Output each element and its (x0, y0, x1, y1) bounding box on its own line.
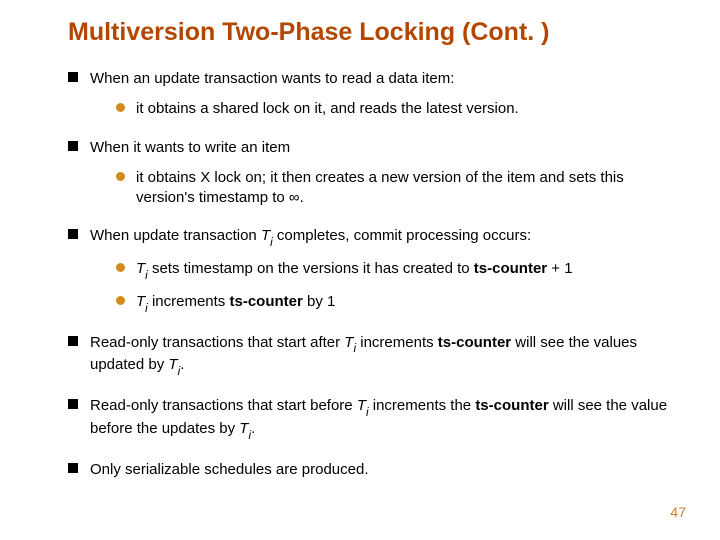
bullet-text-part: Read-only transactions that start before (90, 397, 357, 414)
var-subscript: i (145, 269, 148, 282)
bullet-text-part: increments (356, 334, 438, 351)
term-ts-counter: ts-counter (438, 334, 511, 351)
var-T: T (136, 260, 145, 277)
sub-text-part: by 1 (303, 293, 336, 310)
var-subscript: i (248, 429, 251, 442)
bullet-text-part: Read-only transactions that start after (90, 334, 344, 351)
bullet-item: Read-only transactions that start before… (68, 396, 680, 442)
var-T: T (261, 227, 270, 244)
bullet-list: When an update transaction wants to read… (68, 69, 680, 480)
page-number: 47 (670, 504, 686, 520)
bullet-text-part: completes, commit processing occurs: (273, 227, 531, 244)
var-subscript: i (353, 342, 356, 355)
var-subscript: i (366, 406, 369, 419)
sub-text: it obtains X lock on; it then creates a … (136, 169, 624, 206)
bullet-text: When it wants to write an item (90, 139, 290, 156)
bullet-text-part: . (251, 420, 255, 437)
sub-item: Ti sets timestamp on the versions it has… (116, 259, 680, 282)
bullet-text: When an update transaction wants to read… (90, 70, 454, 87)
var-subscript: i (178, 365, 181, 378)
term-ts-counter: ts-counter (474, 260, 547, 277)
var-subscript: i (145, 302, 148, 315)
sub-item: Ti increments ts-counter by 1 (116, 292, 680, 315)
sub-text: it obtains a shared lock on it, and read… (136, 100, 519, 117)
var-T: T (357, 397, 366, 414)
slide: Multiversion Two-Phase Locking (Cont. ) … (0, 0, 720, 540)
term-ts-counter: ts-counter (229, 293, 302, 310)
bullet-item: When an update transaction wants to read… (68, 69, 680, 120)
var-T: T (136, 293, 145, 310)
sub-item: it obtains X lock on; it then creates a … (116, 168, 680, 209)
bullet-text-part: When update transaction (90, 227, 261, 244)
sub-item: it obtains a shared lock on it, and read… (116, 99, 680, 119)
sub-text-part: increments (148, 293, 230, 310)
bullet-text-part: . (180, 356, 184, 373)
var-subscript: i (270, 236, 273, 249)
sub-list: Ti sets timestamp on the versions it has… (90, 259, 680, 315)
sub-list: it obtains X lock on; it then creates a … (90, 168, 680, 209)
bullet-item: When it wants to write an item it obtain… (68, 138, 680, 209)
bullet-item: Only serializable schedules are produced… (68, 460, 680, 480)
var-T: T (168, 356, 177, 373)
bullet-item: When update transaction Ti completes, co… (68, 226, 680, 314)
bullet-item: Read-only transactions that start after … (68, 333, 680, 379)
sub-text-part: sets timestamp on the versions it has cr… (148, 260, 474, 277)
slide-title: Multiversion Two-Phase Locking (Cont. ) (68, 18, 680, 47)
sub-list: it obtains a shared lock on it, and read… (90, 99, 680, 119)
bullet-text-part: increments the (369, 397, 476, 414)
sub-text-part: + 1 (547, 260, 572, 277)
term-ts-counter: ts-counter (475, 397, 548, 414)
bullet-text: Only serializable schedules are produced… (90, 461, 369, 478)
